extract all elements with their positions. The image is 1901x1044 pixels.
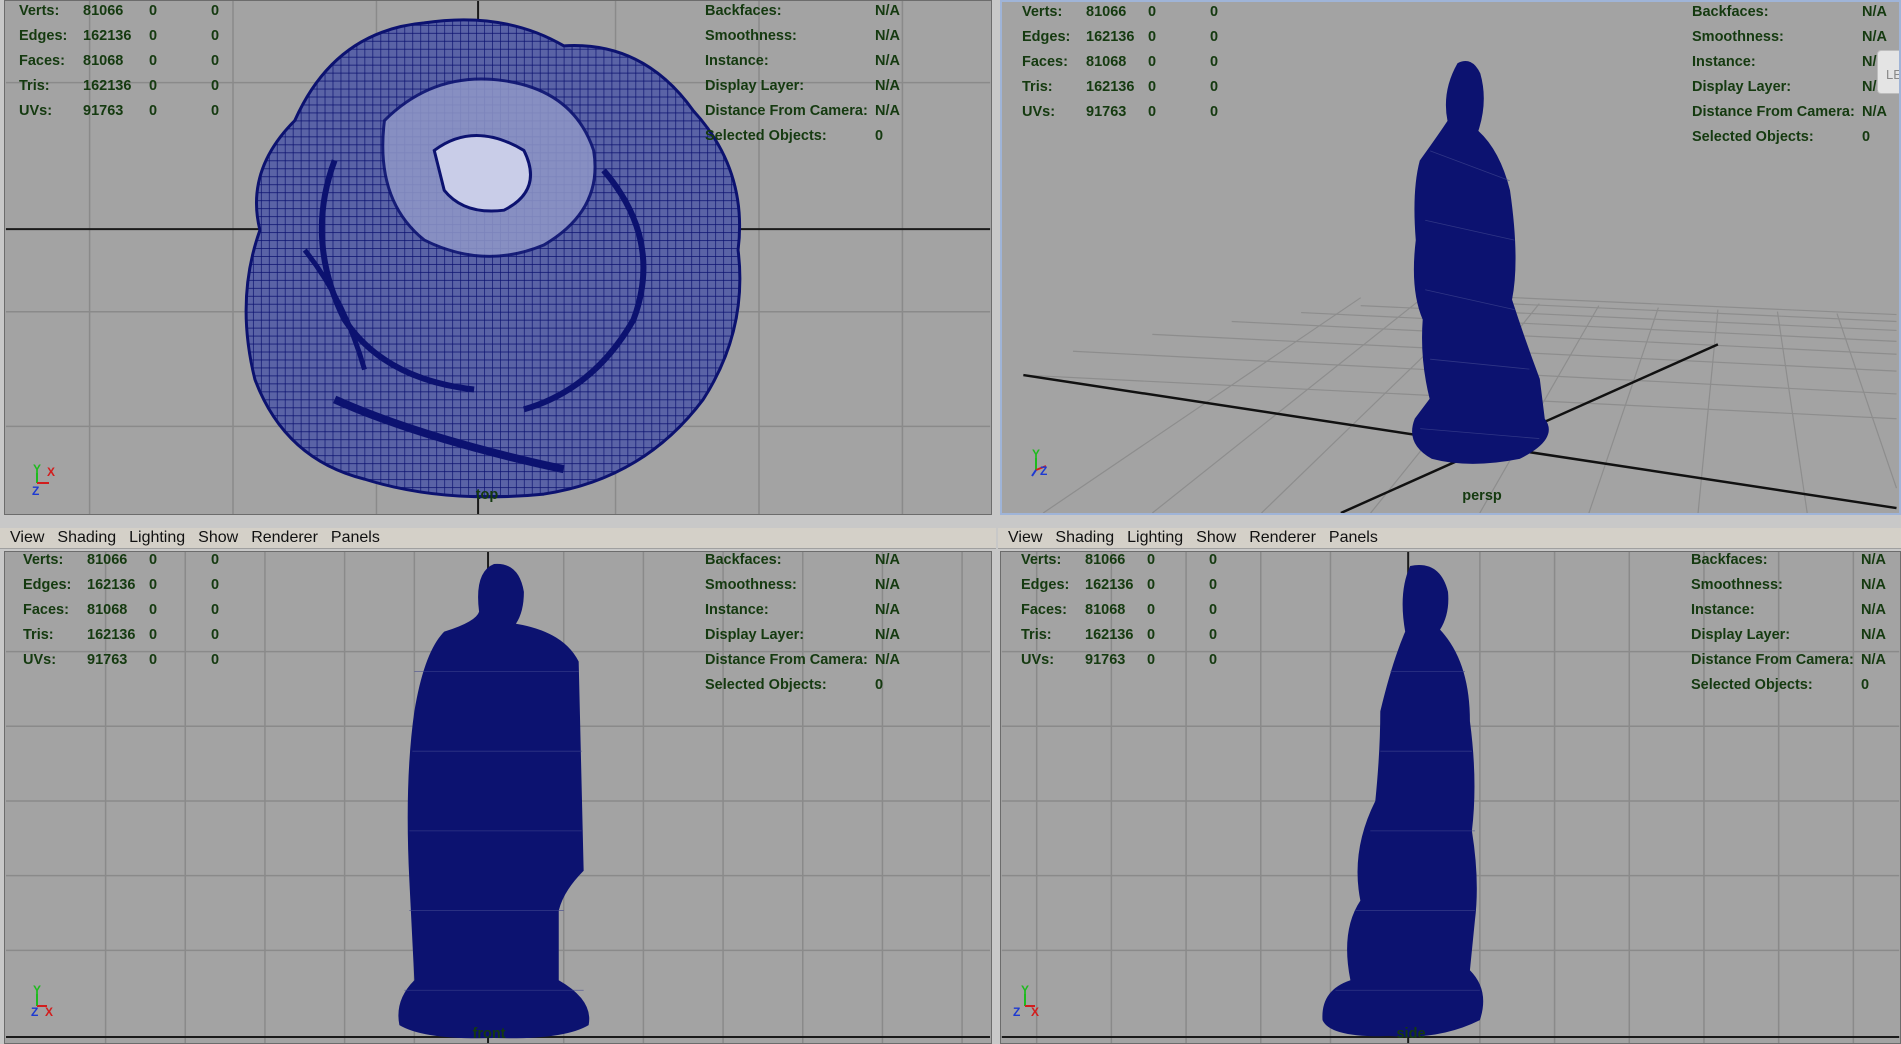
svg-text:Z: Z [1040, 464, 1047, 478]
viewport-top[interactable]: Verts: 81066 0 0 Edges: 162136 0 0 Faces: 81068… [4, 0, 992, 515]
view-cube-tab[interactable]: LEFT [1877, 50, 1899, 94]
xyz-axis-icon: Y Z [1031, 448, 1047, 478]
xyz-axis-icon: Y Z X [1013, 984, 1039, 1019]
panel-menubar-side: View Shading Lighting Show Renderer Pane… [998, 528, 1901, 549]
menu-panels[interactable]: Panels [1329, 529, 1378, 547]
statue-mesh-persp [1412, 61, 1549, 464]
svg-text:Z: Z [32, 484, 39, 498]
camera-label-top: top [475, 487, 499, 503]
menu-show[interactable]: Show [1196, 529, 1236, 547]
camera-label-front: front [472, 1026, 506, 1042]
menu-panels[interactable]: Panels [331, 529, 380, 547]
menu-renderer[interactable]: Renderer [1249, 529, 1316, 547]
panel-top: Verts: 81066 0 0 Edges: 162136 0 0 Faces: 81068… [0, 0, 996, 522]
svg-text:X: X [45, 1005, 53, 1019]
menu-view[interactable]: View [1008, 529, 1042, 547]
menu-lighting[interactable]: Lighting [129, 529, 185, 547]
xyz-axis-icon: Y Z X [31, 984, 53, 1019]
statue-mesh-front [398, 563, 590, 1039]
xyz-axis-icon: Y X Z [32, 463, 55, 498]
panel-persp: Verts: 81066 0 0 Edges: 162136 0 0 Faces: 81068… [998, 0, 1901, 522]
menu-view[interactable]: View [10, 529, 44, 547]
menu-lighting[interactable]: Lighting [1127, 529, 1183, 547]
svg-text:X: X [1031, 1005, 1039, 1019]
viewport-side[interactable]: Verts: 81066 0 0 Edges: 162136 0 0 Faces: 81068… [1000, 551, 1901, 1044]
menu-renderer[interactable]: Renderer [251, 529, 318, 547]
viewport-front[interactable]: Verts: 81066 0 0 Edges: 162136 0 0 Faces: 81068… [4, 551, 992, 1044]
svg-text:Y: Y [1032, 448, 1040, 461]
svg-text:Y: Y [33, 463, 41, 476]
svg-text:Y: Y [33, 984, 41, 997]
front-view-scene [6, 552, 990, 1043]
panel-side: View Shading Lighting Show Renderer Pane… [998, 528, 1901, 1044]
menu-shading[interactable]: Shading [1055, 529, 1114, 547]
panel-menubar-front: View Shading Lighting Show Renderer Pane… [0, 528, 996, 549]
menu-show[interactable]: Show [198, 529, 238, 547]
svg-text:Z: Z [1013, 1005, 1020, 1019]
camera-label-persp: persp [1462, 488, 1502, 504]
camera-label-side: side [1396, 1026, 1426, 1042]
rose-mesh [244, 18, 742, 499]
svg-text:Y: Y [1021, 984, 1029, 997]
panel-front: View Shading Lighting Show Renderer Pane… [0, 528, 996, 1044]
svg-text:Z: Z [31, 1005, 38, 1019]
viewport-persp[interactable]: Verts: 81066 0 0 Edges: 162136 0 0 Faces: 81068… [1000, 0, 1901, 515]
side-view-scene [1001, 552, 1900, 1043]
menu-shading[interactable]: Shading [57, 529, 116, 547]
svg-text:X: X [47, 465, 55, 479]
